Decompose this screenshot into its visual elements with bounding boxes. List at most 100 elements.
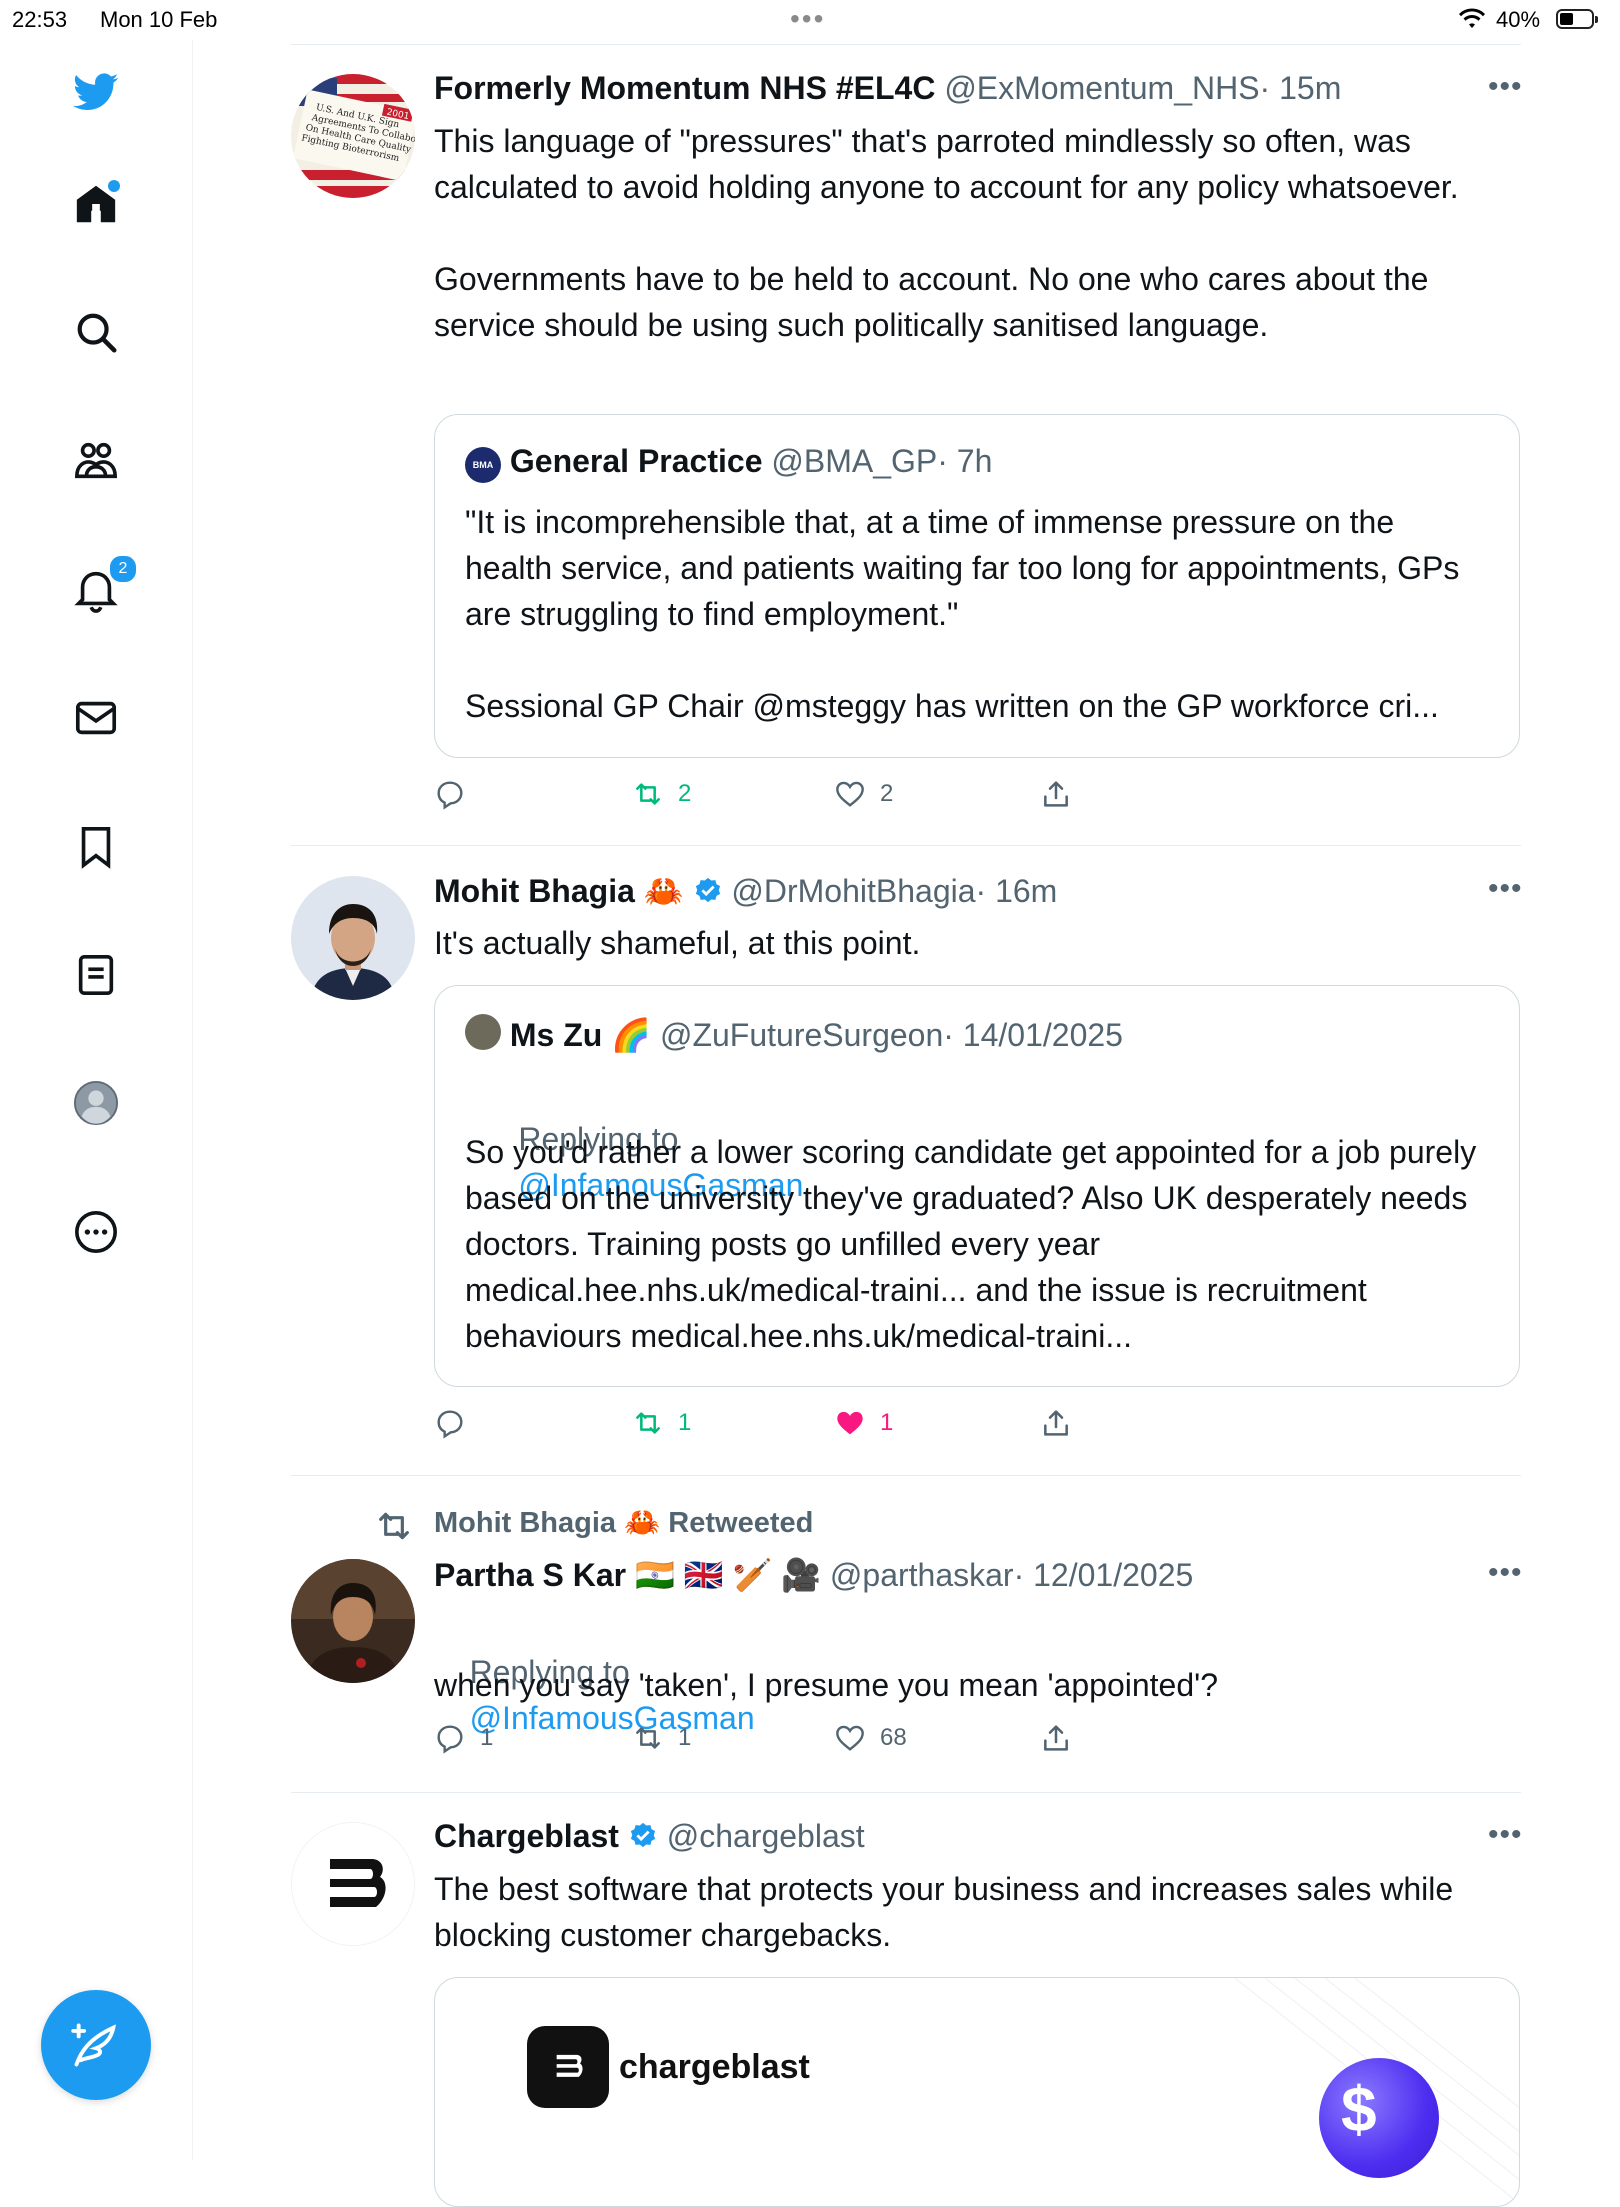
tweet-more-menu-icon[interactable]: ••• (1488, 70, 1523, 104)
reply-count: 1 (480, 1724, 494, 1751)
retweet-button[interactable]: 1 (632, 1407, 691, 1439)
tweet-header: Chargeblast @chargeblast (434, 1818, 865, 1859)
heart-filled-icon (837, 1411, 863, 1435)
communities-icon[interactable] (68, 433, 124, 489)
ad-card-brand: chargeblast (619, 2048, 810, 2086)
retweeted-by-line[interactable]: Mohit Bhagia 🦀 Retweeted (434, 1506, 813, 1540)
more-options-circle-icon[interactable] (68, 1204, 124, 1260)
lists-icon[interactable] (68, 947, 124, 1003)
author-name[interactable]: Partha S Kar (434, 1557, 626, 1593)
retweet-count: 1 (678, 1409, 692, 1436)
reply-icon (437, 1410, 463, 1439)
tweet-time[interactable]: · 16m (976, 873, 1058, 909)
avatar[interactable] (291, 876, 415, 1000)
like-button[interactable]: 1 (834, 1407, 893, 1439)
quoted-author-handle: @BMA_GP (771, 443, 938, 479)
author-handle[interactable]: @ExMomentum_NHS (944, 70, 1259, 106)
quoted-author-name: General Practice (509, 443, 763, 479)
tweet-header: Formerly Momentum NHS #EL4C @ExMomentum_… (434, 70, 1341, 107)
feed-top-divider (291, 44, 1521, 45)
retweet-count: 2 (678, 780, 692, 807)
quoted-author-avatar: BMA (465, 447, 501, 483)
share-button[interactable] (1040, 1407, 1072, 1439)
author-handle[interactable]: @chargeblast (667, 1818, 865, 1854)
reply-button[interactable] (434, 1407, 466, 1439)
tweet-header: Mohit Bhagia 🦀 @DrMohitBhagia· 16m (434, 872, 1057, 914)
share-icon (1044, 781, 1068, 807)
tweet-more-menu-icon[interactable]: ••• (1488, 1556, 1523, 1590)
share-button[interactable] (1040, 1722, 1072, 1754)
retweet-button[interactable]: 1 (632, 1722, 691, 1754)
reply-button[interactable] (434, 778, 466, 810)
author-name[interactable]: Formerly Momentum NHS #EL4C (434, 70, 935, 106)
tweet-text: when you say 'taken', I presume you mean… (434, 1667, 1219, 1703)
retweet-button[interactable]: 2 (632, 778, 691, 810)
heart-icon (836, 1725, 864, 1751)
sidebar-nav: 2 (0, 40, 193, 2160)
author-emoji: 🇮🇳 🇬🇧 🏏 🎥 (634, 1557, 822, 1593)
dollar-coin-icon: $ (1319, 2058, 1439, 2178)
quoted-tweet-time: · 14/01/2025 (943, 1017, 1123, 1053)
quoted-tweet-time: · 7h (937, 443, 993, 479)
tweet-time[interactable]: · 15m (1260, 70, 1342, 106)
like-button[interactable]: 68 (834, 1722, 907, 1754)
tweet-text: The best software that protects your bus… (434, 1871, 1463, 1953)
quoted-tweet[interactable]: Ms Zu 🌈 @ZuFutureSurgeon· 14/01/2025 Rep… (434, 985, 1520, 1387)
tweet-more-menu-icon[interactable]: ••• (1488, 872, 1523, 906)
quoted-tweet[interactable]: BMA General Practice @BMA_GP· 7h "It is … (434, 414, 1520, 758)
author-name[interactable]: Chargeblast (434, 1818, 619, 1854)
author-emoji: 🦀 (643, 873, 684, 909)
multitasking-dots[interactable]: ••• (790, 3, 825, 35)
quoted-author-name: Ms Zu (509, 1017, 603, 1053)
retweeted-by-emoji: 🦀 (624, 1507, 661, 1539)
notifications-count-badge: 2 (108, 554, 138, 584)
tweet-actions: 1 1 (434, 1407, 1134, 1447)
author-name[interactable]: Mohit Bhagia (434, 873, 635, 909)
verified-badge-icon (693, 876, 723, 914)
tweet-header: Partha S Kar 🇮🇳 🇬🇧 🏏 🎥 @parthaskar· 12/0… (434, 1556, 1193, 1594)
tweet-time[interactable]: · 12/01/2025 (1014, 1557, 1194, 1593)
battery-percentage: 40% (1496, 7, 1541, 32)
compose-feather-icon (71, 2023, 116, 2067)
author-handle[interactable]: @parthaskar (830, 1557, 1014, 1593)
profile-avatar-icon[interactable] (68, 1075, 124, 1131)
quoted-author-avatar (465, 1014, 501, 1050)
avatar[interactable]: U.S. And U.K. Sign Agreements To Collabo… (291, 74, 415, 198)
tweet-text: This language of "pressures" that's parr… (434, 123, 1459, 343)
quoted-tweet-text: So you'd rather a lower scoring candidat… (465, 1134, 1486, 1354)
tweet-more-menu-icon[interactable]: ••• (1488, 1818, 1523, 1852)
avatar[interactable] (291, 1559, 415, 1683)
twitter-logo-icon[interactable] (68, 64, 124, 120)
tweet-divider (291, 845, 1521, 846)
status-bar: 22:53 Mon 10 Feb ••• 40% (0, 0, 1620, 40)
tweet-actions: 2 2 (434, 778, 1134, 818)
search-icon[interactable] (68, 304, 124, 360)
like-count: 1 (880, 1409, 894, 1436)
retweet-icon (636, 1412, 660, 1434)
avatar[interactable] (291, 1822, 415, 1946)
retweet-count: 1 (678, 1724, 692, 1751)
retweeted-label: Retweeted (668, 1507, 814, 1539)
tweet-divider (291, 1475, 1521, 1476)
reply-button[interactable]: 1 (434, 1722, 493, 1754)
retweeted-icon (374, 1506, 414, 1551)
quoted-tweet-header: Ms Zu 🌈 @ZuFutureSurgeon· 14/01/2025 (465, 1014, 1123, 1054)
like-count: 2 (880, 780, 894, 807)
share-button[interactable] (1040, 778, 1072, 810)
author-handle[interactable]: @DrMohitBhagia (731, 873, 975, 909)
like-button[interactable]: 2 (834, 778, 893, 810)
ad-card-media[interactable]: chargeblast $ (434, 1977, 1520, 2207)
reply-icon (437, 781, 463, 810)
retweet-icon (636, 1727, 660, 1749)
chargeblast-logo-icon (527, 2026, 609, 2108)
wifi-icon (1458, 8, 1486, 36)
compose-tweet-button[interactable] (41, 1990, 151, 2100)
quoted-author-emoji: 🌈 (611, 1017, 652, 1053)
tweet-actions: 1 1 68 (434, 1722, 1134, 1762)
bookmarks-icon[interactable] (68, 819, 124, 875)
status-date: Mon 10 Feb (100, 7, 218, 32)
messages-icon[interactable] (68, 690, 124, 746)
home-icon[interactable] (68, 176, 124, 232)
quoted-tweet-header: BMA General Practice @BMA_GP· 7h (465, 443, 992, 483)
tweet-text: It's actually shameful, at this point. (434, 925, 921, 961)
